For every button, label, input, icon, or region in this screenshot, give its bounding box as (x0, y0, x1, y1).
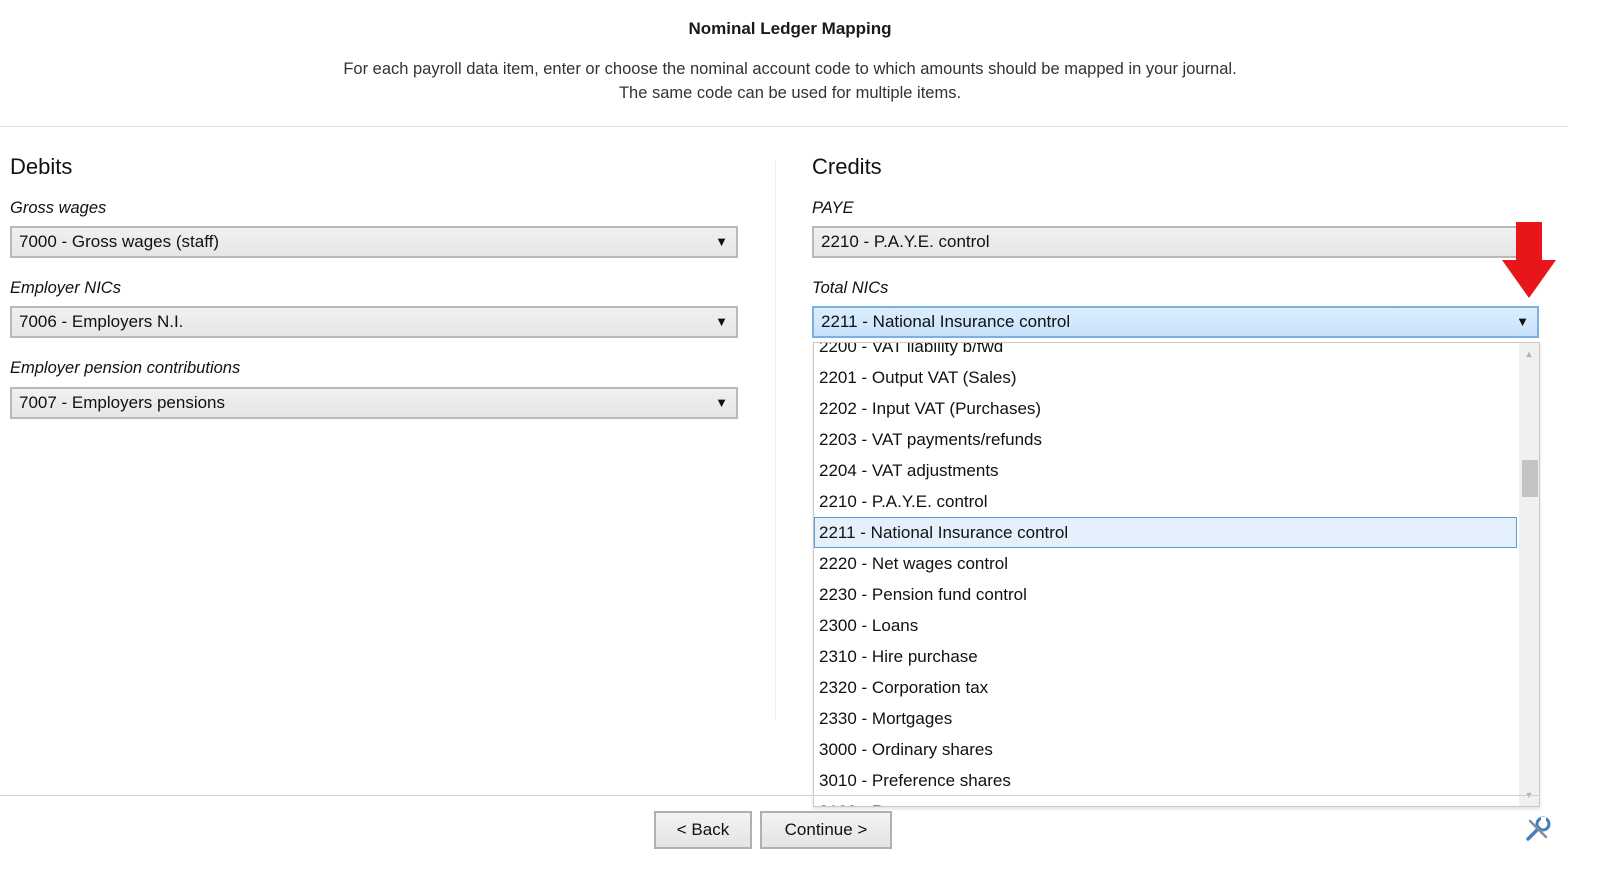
total-nics-dropdown-list[interactable]: 2200 - VAT liability b/fwd 2201 - Output… (813, 342, 1540, 807)
dropdown-option[interactable]: 3100 - Reserves (814, 796, 1517, 806)
employer-pension-value: 7007 - Employers pensions (19, 393, 226, 412)
subtitle-line-2: The same code can be used for multiple i… (618, 84, 962, 102)
page-subtitle: For each payroll data item, enter or cho… (0, 57, 1580, 105)
chevron-down-icon: ▼ (1516, 314, 1529, 329)
subtitle-line-1: For each payroll data item, enter or cho… (343, 60, 1237, 78)
chevron-down-icon: ▼ (715, 395, 728, 410)
wrench-screwdriver-icon[interactable] (1524, 815, 1552, 843)
paye-label: PAYE (812, 199, 854, 217)
dropdown-option[interactable]: 2330 - Mortgages (814, 703, 1517, 734)
dropdown-option[interactable]: 2202 - Input VAT (Purchases) (814, 393, 1517, 424)
dropdown-option[interactable]: 2200 - VAT liability b/fwd (814, 343, 1517, 362)
dropdown-option-selected[interactable]: 2211 - National Insurance control (814, 517, 1517, 548)
employer-nics-label: Employer NICs (10, 279, 121, 297)
total-nics-label: Total NICs (812, 279, 889, 297)
dropdown-option[interactable]: 2220 - Net wages control (814, 548, 1517, 579)
dropdown-option[interactable]: 2204 - VAT adjustments (814, 455, 1517, 486)
dropdown-options: 2200 - VAT liability b/fwd 2201 - Output… (814, 343, 1517, 806)
scroll-up-icon[interactable]: ▲ (1519, 346, 1539, 362)
total-nics-select[interactable]: 2211 - National Insurance control ▼ (812, 306, 1539, 338)
employer-pension-label: Employer pension contributions (10, 359, 241, 377)
dropdown-option[interactable]: 3010 - Preference shares (814, 765, 1517, 796)
back-button[interactable]: < Back (654, 811, 752, 849)
gross-wages-value: 7000 - Gross wages (staff) (19, 232, 219, 251)
dropdown-option[interactable]: 2201 - Output VAT (Sales) (814, 362, 1517, 393)
employer-nics-select[interactable]: 7006 - Employers N.I. ▼ (10, 306, 738, 338)
employer-pension-select[interactable]: 7007 - Employers pensions ▼ (10, 387, 738, 419)
debits-heading: Debits (10, 154, 73, 179)
continue-button[interactable]: Continue > (760, 811, 892, 849)
page-title: Nominal Ledger Mapping (688, 19, 892, 38)
chevron-down-icon: ▼ (715, 314, 728, 329)
footer-divider (0, 795, 1540, 796)
dropdown-option[interactable]: 2210 - P.A.Y.E. control (814, 486, 1517, 517)
dropdown-option[interactable]: 2310 - Hire purchase (814, 641, 1517, 672)
header-divider (0, 126, 1568, 127)
paye-select[interactable]: 2210 - P.A.Y.E. control (812, 226, 1539, 258)
dropdown-option[interactable]: 2203 - VAT payments/refunds (814, 424, 1517, 455)
scrollbar-thumb[interactable] (1522, 460, 1538, 497)
column-divider (775, 160, 776, 720)
dropdown-option[interactable]: 2300 - Loans (814, 610, 1517, 641)
employer-nics-value: 7006 - Employers N.I. (19, 312, 184, 331)
total-nics-value: 2211 - National Insurance control (821, 312, 1071, 331)
dropdown-scrollbar[interactable]: ▲ ▼ (1519, 343, 1539, 806)
gross-wages-select[interactable]: 7000 - Gross wages (staff) ▼ (10, 226, 738, 258)
red-arrow-shape (1502, 222, 1556, 298)
paye-value: 2210 - P.A.Y.E. control (821, 232, 990, 251)
dropdown-option[interactable]: 2230 - Pension fund control (814, 579, 1517, 610)
chevron-down-icon: ▼ (715, 234, 728, 249)
gross-wages-label: Gross wages (10, 199, 107, 217)
credits-heading: Credits (812, 154, 882, 179)
red-arrow-icon (1502, 222, 1556, 298)
dropdown-option[interactable]: 2320 - Corporation tax (814, 672, 1517, 703)
dropdown-option[interactable]: 3000 - Ordinary shares (814, 734, 1517, 765)
